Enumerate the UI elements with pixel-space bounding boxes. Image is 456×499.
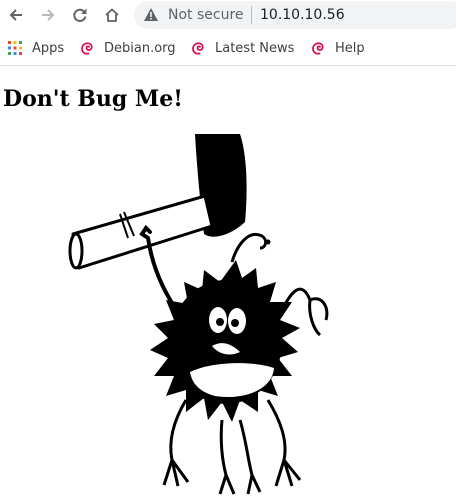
reload-icon [73,8,87,22]
back-button[interactable] [5,4,27,26]
debian-swirl-icon [192,42,204,55]
bug-with-mallet-image [68,134,329,495]
bookmark-apps[interactable]: Apps [8,39,64,57]
bookmark-label: Latest News [215,40,295,56]
debian-swirl-icon [312,42,324,55]
security-status-label[interactable]: Not secure [168,7,244,23]
forward-button[interactable] [37,4,59,26]
reload-button[interactable] [69,4,91,26]
arrow-right-icon [42,9,55,21]
bookmark-label: Apps [32,40,65,56]
address-bar[interactable]: Not secure 10.10.10.56 [134,1,456,29]
apps-grid-icon [8,41,22,55]
home-button[interactable] [101,4,123,26]
bookmark-latest-news[interactable]: Latest News [191,39,294,57]
warning-triangle-icon[interactable] [143,7,159,26]
page-title: Don't Bug Me! [3,86,183,112]
bookmarks-bar: Apps Debian.org Latest News Help [0,32,456,66]
url-text[interactable]: 10.10.10.56 [260,7,345,23]
bookmark-label: Debian.org [104,40,176,56]
browser-toolbar: Not secure 10.10.10.56 [0,0,456,32]
bookmark-debian-org[interactable]: Debian.org [80,39,176,57]
home-icon [105,8,119,22]
bookmark-help[interactable]: Help [311,39,365,57]
bookmark-label: Help [335,40,365,56]
arrow-left-icon [9,9,22,21]
debian-swirl-icon [81,42,93,55]
address-separator [251,6,252,24]
